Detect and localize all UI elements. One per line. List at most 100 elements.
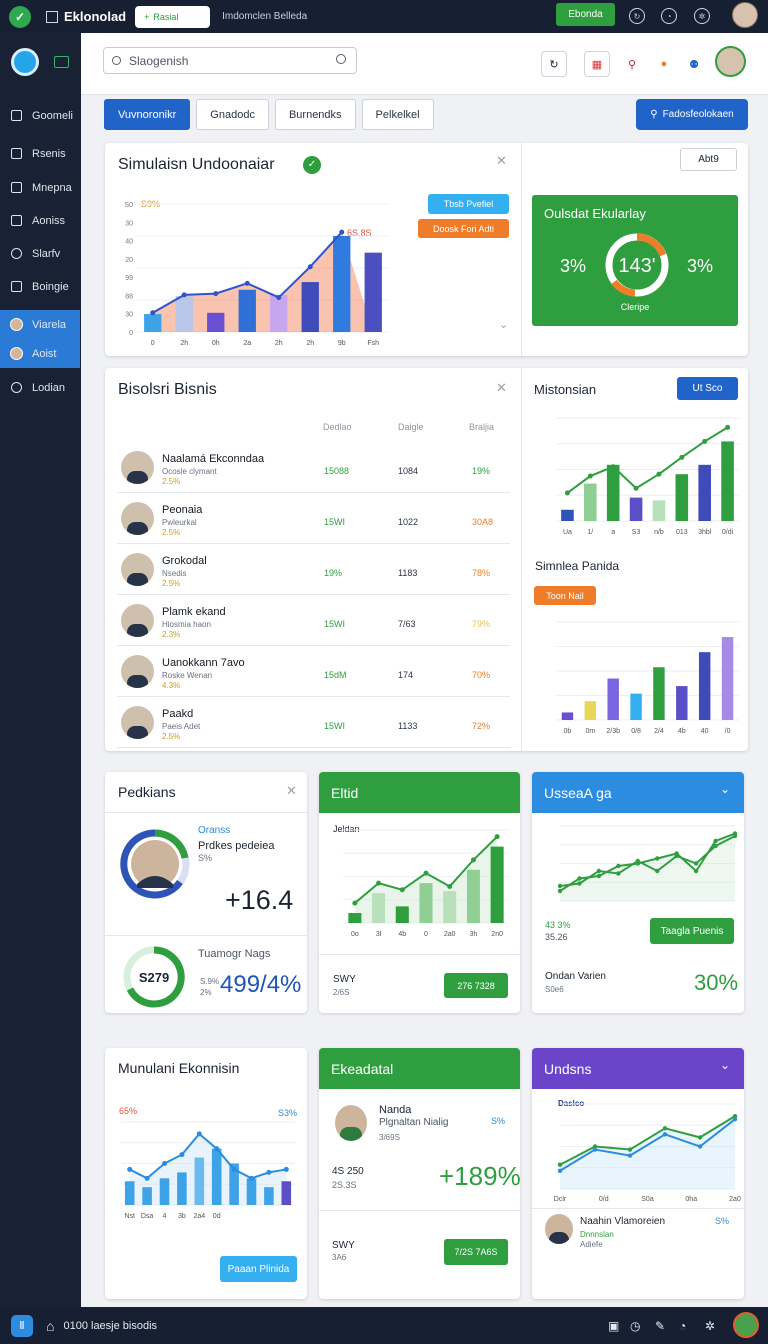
refresh-icon[interactable]: ↻ [541, 51, 567, 77]
sidebar-item-aoist[interactable]: Aoist [0, 339, 80, 368]
chart-bar [490, 846, 504, 923]
pin-icon[interactable]: ⚲ [619, 51, 645, 77]
magnifier-icon[interactable] [336, 54, 346, 64]
chart-bar [246, 1178, 257, 1205]
close-icon[interactable]: ✕ [496, 153, 507, 169]
bottom-bar: Ⅱ ⌂ 0100 laesje bisodis ▣ ◷ ✎ ◔ ✲ [0, 1307, 768, 1344]
row-name: Peonaia [162, 504, 203, 516]
sidebar-item-slarfv[interactable]: Slarfv [0, 239, 81, 268]
usseag-label: 43 3% [545, 920, 571, 930]
notification-icon[interactable]: ◔ [661, 8, 677, 24]
chart-bar [124, 1181, 135, 1205]
mistonsian-button[interactable]: Ut Sco [677, 377, 738, 400]
tick-label: n/b [654, 529, 664, 536]
sidebar-item-aoniss[interactable]: Aoniss [0, 206, 81, 235]
eltid-foot: 2/6S [333, 988, 350, 997]
row-col3: 70% [472, 670, 491, 680]
row-col1: 15WI [324, 721, 346, 731]
chart-bar [207, 312, 225, 332]
usseag-button[interactable]: Taagla Puenis [650, 918, 734, 944]
row-col1: 15088 [324, 466, 350, 476]
chart-bar [606, 464, 620, 521]
top-action-button[interactable]: Ebonda [556, 3, 615, 26]
primary-action-button[interactable]: ⚲ Fadosfeolokaen [636, 99, 748, 130]
tick-label: 30 [125, 220, 133, 227]
app-logo-icon[interactable]: ✓ [9, 5, 31, 28]
sidebar-item-label: Aoniss [32, 214, 66, 227]
header-bar: Slaogenish ↻ ▦ ⚲ ● ⚉ [81, 33, 768, 95]
simnlea-button[interactable]: Toon Nail [534, 586, 596, 605]
sidebar-item-boingie[interactable]: Boingie [0, 272, 81, 301]
sidebar-logo-icon[interactable] [11, 48, 39, 76]
calendar-icon[interactable]: ▦ [584, 51, 610, 77]
top-tab[interactable]: + Rasial [135, 5, 211, 28]
doosk-button[interactable]: Doosk Fori Adti [418, 219, 509, 238]
chevron-down-icon[interactable]: ⌄ [720, 782, 730, 796]
header-avatar[interactable] [715, 46, 746, 77]
chart-bar [629, 497, 643, 521]
settings-icon[interactable]: ✲ [694, 8, 710, 24]
divider [319, 1210, 520, 1211]
chart-bar [721, 637, 734, 720]
window-icon[interactable] [46, 10, 58, 23]
tab-vuvnoronikr[interactable]: Vuvnoronikr [104, 99, 191, 130]
list-item[interactable]: Grokodal Nsedis 2.5% 19% 1183 78% [117, 545, 510, 595]
data-point [181, 292, 187, 298]
data-point [596, 868, 602, 874]
data-point [557, 1168, 563, 1173]
sidebar-item-lodian[interactable]: Lodian [0, 373, 81, 402]
settings-icon[interactable]: ✲ [705, 1319, 715, 1333]
sidebar-item-viarela[interactable]: Viarela [0, 310, 80, 339]
chat-icon[interactable] [54, 56, 69, 68]
row-col1: 15WI [324, 619, 346, 629]
clock-icon [11, 382, 22, 393]
tab-gnadodc[interactable]: Gnadodc [196, 99, 269, 130]
close-icon[interactable]: ✕ [286, 783, 297, 799]
ekeadatal-button[interactable]: 7/2S 7A6S [444, 1239, 508, 1265]
edit-icon[interactable]: ✎ [655, 1319, 665, 1333]
group-icon[interactable]: ⚉ [681, 51, 707, 77]
munulani-button[interactable]: Paaan Plinida [220, 1256, 297, 1282]
sidebar-item-rsenis[interactable]: Rsenis [0, 139, 81, 168]
row-col3: 79% [472, 619, 491, 629]
clock-icon[interactable]: ◷ [630, 1319, 640, 1333]
sidebar-item-label: Mnepna [32, 181, 72, 194]
sync-icon[interactable]: ↻ [629, 8, 645, 24]
area-fill [560, 833, 735, 901]
tab-burnendks[interactable]: Burnendks [274, 99, 356, 130]
pedkians-label: Oranss [198, 825, 231, 836]
list-item[interactable]: Peonaia Pwleurkal 2.5% 15WI 1022 30A8 [117, 494, 510, 544]
data-point [577, 881, 582, 886]
pedkians-label: 2% [200, 988, 212, 997]
app-icon[interactable]: Ⅱ [11, 1314, 33, 1337]
list-item[interactable]: Plamk ekand Hiosmia haon 2.3% 15WI 7/63 … [117, 596, 510, 646]
list-item[interactable]: Naalamá Ekconndaa Ocosle clymant 2.5% 15… [117, 443, 510, 493]
home-icon[interactable]: ⌂ [46, 1318, 54, 1334]
close-icon[interactable]: ✕ [496, 380, 507, 396]
top-tab-label: Rasial [153, 11, 179, 22]
tick-label: 9b [338, 340, 346, 347]
tick-label: 4b [398, 931, 406, 938]
data-point [213, 291, 219, 297]
tbsb-button[interactable]: Tbsb Pvefiel [428, 194, 509, 214]
list-item[interactable]: Uanokkann 7avo Roske Wenan 4.3% 15dM 174… [117, 647, 510, 697]
search-input[interactable]: Slaogenish [103, 47, 357, 74]
sidebar-item-label: Aoist [32, 347, 57, 360]
user-avatar[interactable] [733, 1312, 759, 1338]
trash-icon[interactable]: ▣ [608, 1319, 619, 1333]
user-avatar[interactable] [732, 2, 758, 28]
status-left-value: 3% [560, 256, 587, 276]
abt9-button[interactable]: Abt9 [680, 148, 737, 171]
help-icon[interactable]: ◔ [679, 1319, 686, 1333]
tab-pelkelkel[interactable]: Pelkelkel [361, 99, 434, 130]
tick-label: 0m [585, 728, 595, 735]
alert-icon[interactable]: ● [651, 51, 677, 77]
data-point [423, 870, 429, 876]
sidebar-item-mnepna[interactable]: Mnepna [0, 173, 81, 202]
chevron-down-icon[interactable]: ⌄ [720, 1058, 730, 1072]
ekeadatal-sub: Plgnaltan Nialig [379, 1117, 449, 1128]
eltid-button[interactable]: 276 7328 [444, 973, 508, 998]
sidebar-item-goomeli[interactable]: Goomeli [0, 101, 81, 130]
list-item[interactable]: Paakd Paeis Adet 2.5% 15WI 1133 72% [117, 698, 510, 748]
chevron-down-icon[interactable]: ⌄ [499, 318, 508, 331]
